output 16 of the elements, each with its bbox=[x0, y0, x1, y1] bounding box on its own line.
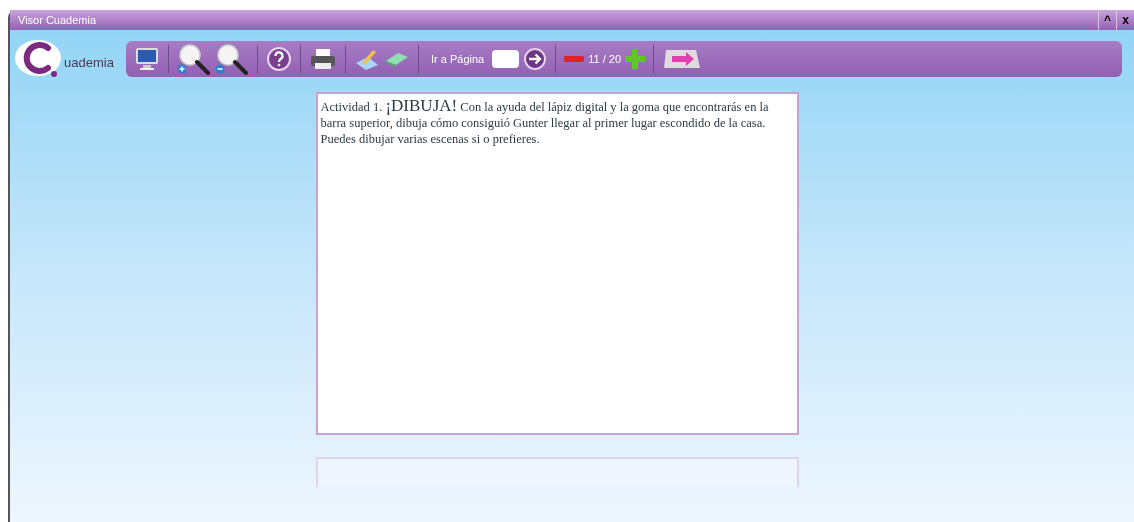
page-counter: 11 / 20 bbox=[588, 51, 622, 67]
window-title: Visor Cuademia bbox=[17, 13, 98, 28]
pencil-icon[interactable] bbox=[354, 47, 380, 71]
logo-text: uademia bbox=[64, 53, 114, 72]
printer-icon[interactable] bbox=[309, 47, 337, 71]
activity-text: Actividad 1. ¡DIBUJA! Con la ayuda del lápiz digital y la goma que encontrarás en la barra superior, dibuja cómo consiguió Gunter llegar al primer lugar escondido de la casa. Puedes dibujar varias escenas si o prefieres. bbox=[320, 98, 770, 147]
page-number-field[interactable] bbox=[492, 50, 520, 68]
help-icon[interactable] bbox=[266, 46, 292, 72]
zoom-in-icon[interactable] bbox=[177, 43, 211, 75]
zoom-out-icon[interactable] bbox=[215, 43, 249, 75]
collapse-button[interactable]: ^ bbox=[1098, 10, 1116, 30]
monitor-icon[interactable] bbox=[134, 46, 160, 72]
close-button[interactable]: x bbox=[1116, 10, 1134, 30]
logo-icon bbox=[14, 38, 64, 80]
arrow-card-icon[interactable] bbox=[662, 48, 703, 70]
goto-page-label: Ir a Página bbox=[431, 51, 485, 67]
